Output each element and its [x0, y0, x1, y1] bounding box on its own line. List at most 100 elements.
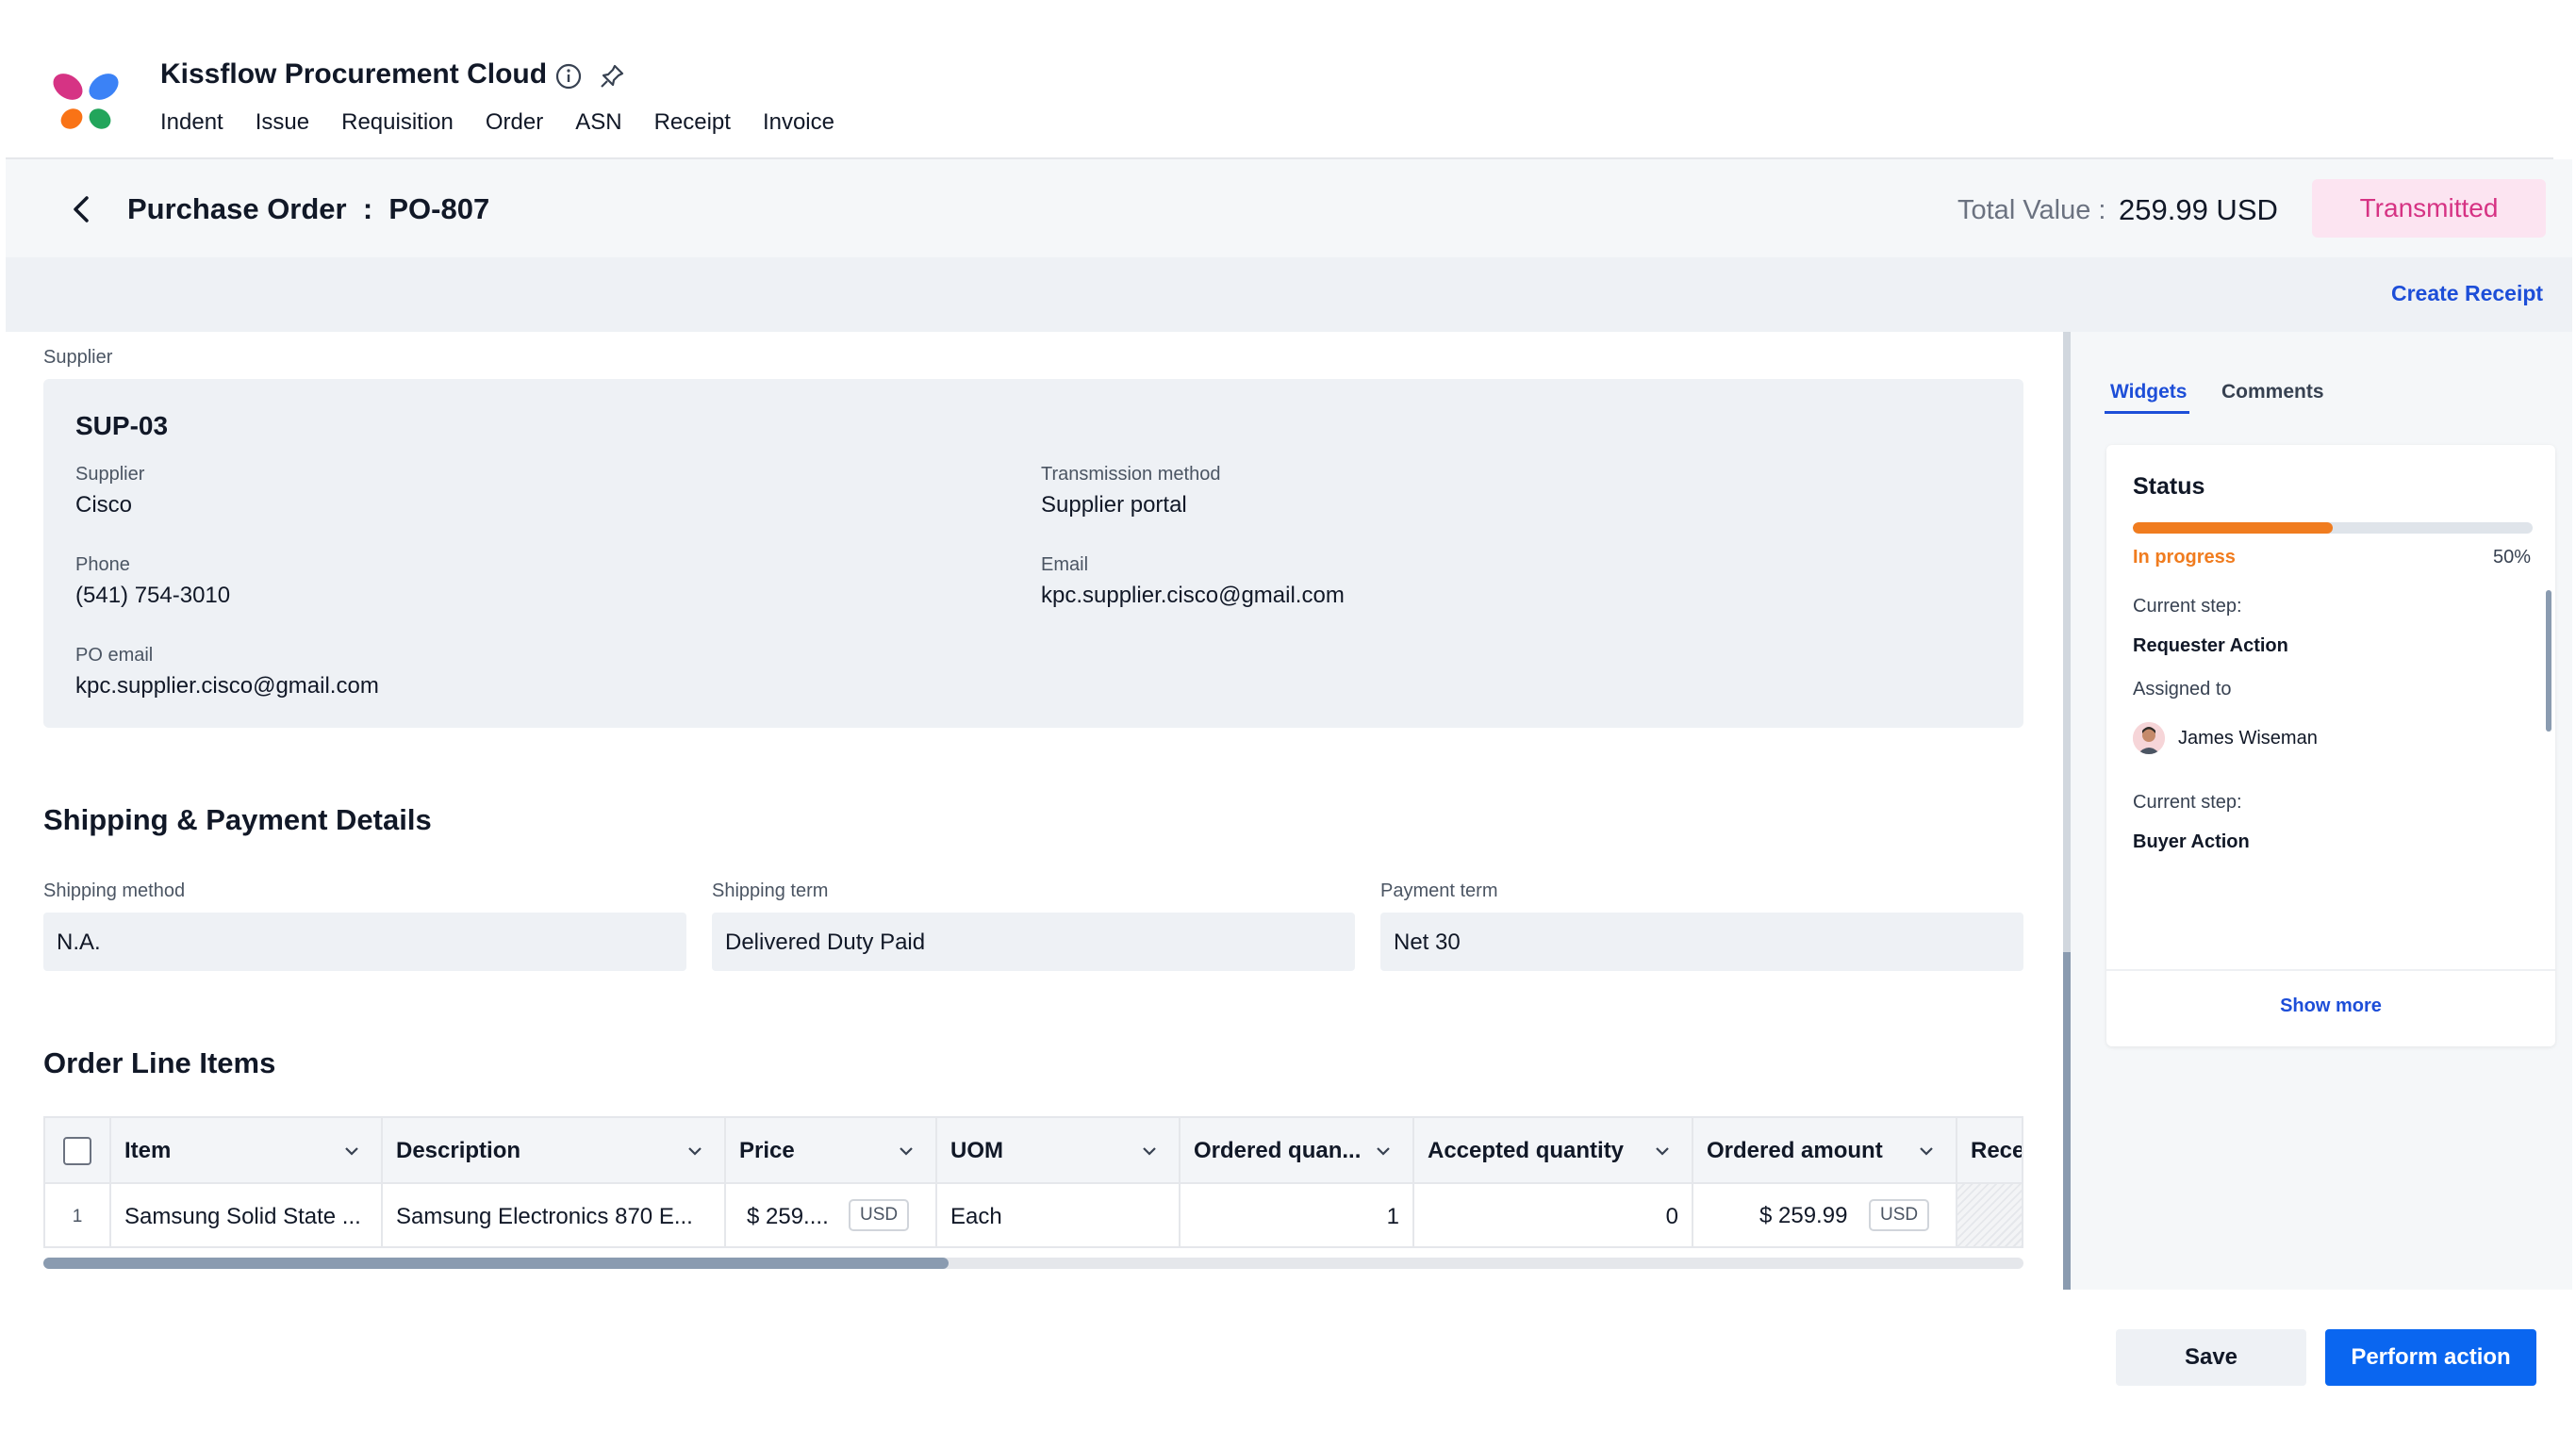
status-progress-bar	[2133, 522, 2533, 534]
column-header-label: Ordered amount	[1707, 1138, 1883, 1163]
table-header-row: Item Description Price UOM Ordered quan.…	[45, 1118, 2022, 1184]
chevron-down-icon[interactable]	[1918, 1143, 1935, 1160]
column-header-label: Description	[396, 1138, 521, 1163]
payment-term-field[interactable]: Net 30	[1380, 913, 2023, 971]
shipping-method-label: Shipping method	[43, 880, 186, 901]
nav-order[interactable]: Order	[486, 109, 543, 136]
supplier-value: Cisco	[75, 492, 133, 518]
accepted-quantity-cell[interactable]: 0	[1414, 1184, 1693, 1246]
column-header-label: Price	[739, 1138, 795, 1163]
payment-term-label: Payment term	[1380, 880, 1498, 901]
current-step-value: Requester Action	[2133, 635, 2288, 656]
price-currency-badge: USD	[849, 1199, 910, 1231]
show-more-link[interactable]: Show more	[2106, 996, 2555, 1017]
price-cell[interactable]: $ 259.... USD	[726, 1184, 937, 1246]
transmission-method-label: Transmission method	[1041, 464, 1221, 485]
active-tab-indicator	[2105, 411, 2189, 414]
total-value: 259.99 USD	[2119, 193, 2278, 226]
tab-widgets[interactable]: Widgets	[2110, 381, 2187, 403]
shipping-method-field[interactable]: N.A.	[43, 913, 686, 971]
nav-asn[interactable]: ASN	[575, 109, 621, 136]
chevron-down-icon[interactable]	[686, 1143, 703, 1160]
table-scrollbar-thumb[interactable]	[43, 1258, 949, 1269]
chevron-down-icon[interactable]	[343, 1143, 360, 1160]
order-line-table: Item Description Price UOM Ordered quan.…	[43, 1116, 2023, 1248]
column-header-label: Recei	[1971, 1138, 2022, 1163]
nav-invoice[interactable]: Invoice	[763, 109, 834, 136]
column-header-label: Accepted quantity	[1428, 1138, 1625, 1163]
select-all-cell	[45, 1118, 111, 1184]
chevron-down-icon[interactable]	[1654, 1143, 1671, 1160]
item-cell[interactable]: Samsung Solid State ...	[111, 1184, 383, 1246]
back-arrow-icon[interactable]	[64, 190, 98, 228]
ordered-quantity-cell[interactable]: 1	[1181, 1184, 1414, 1246]
column-header-accepted-quantity[interactable]: Accepted quantity	[1414, 1118, 1693, 1184]
assigned-to-label: Assigned to	[2133, 679, 2232, 699]
po-email-label: PO email	[75, 645, 154, 666]
status-progress-fill	[2133, 522, 2333, 534]
widget-scrollbar-thumb[interactable]	[2546, 590, 2551, 732]
total-value-label: Total Value :	[1957, 195, 2106, 225]
email-label: Email	[1041, 554, 1089, 575]
column-header-label: Ordered quan...	[1194, 1138, 1362, 1163]
status-widget-title: Status	[2133, 473, 2205, 500]
assignee-avatar	[2133, 722, 2165, 754]
status-widget-divider	[2106, 969, 2555, 971]
module-nav: Indent Issue Requisition Order ASN Recei…	[160, 109, 867, 136]
supplier-section-label: Supplier	[43, 347, 113, 368]
pin-icon[interactable]	[598, 62, 626, 90]
nav-receipt[interactable]: Receipt	[654, 109, 731, 136]
column-header-price[interactable]: Price	[726, 1118, 937, 1184]
description-cell[interactable]: Samsung Electronics 870 E...	[383, 1184, 726, 1246]
column-header-item[interactable]: Item	[111, 1118, 383, 1184]
create-receipt-link[interactable]: Create Receipt	[2391, 281, 2543, 306]
select-all-checkbox[interactable]	[63, 1137, 91, 1165]
info-icon[interactable]	[554, 62, 583, 90]
main-scrollbar-thumb[interactable]	[2063, 952, 2071, 1290]
amount-currency-badge: USD	[1869, 1199, 1930, 1231]
tab-comments[interactable]: Comments	[2221, 381, 2324, 403]
shipping-term-label: Shipping term	[712, 880, 829, 901]
shipping-term-field[interactable]: Delivered Duty Paid	[712, 913, 1355, 971]
column-header-label: UOM	[950, 1138, 1003, 1163]
supplier-code: SUP-03	[75, 411, 169, 440]
progress-percent: 50%	[2492, 547, 2531, 568]
uom-cell[interactable]: Each	[937, 1184, 1181, 1246]
chevron-down-icon[interactable]	[1375, 1143, 1392, 1160]
page-title: Purchase Order : PO-807	[127, 192, 490, 225]
app-header: Kissflow Procurement Cloud Indent Issue …	[0, 0, 2576, 159]
nav-issue[interactable]: Issue	[256, 109, 309, 136]
supplier-label: Supplier	[75, 464, 145, 485]
column-header-description[interactable]: Description	[383, 1118, 726, 1184]
email-value: kpc.supplier.cisco@gmail.com	[1041, 583, 1345, 608]
received-cell	[1957, 1184, 2022, 1246]
nav-requisition[interactable]: Requisition	[341, 109, 454, 136]
transmission-method-value: Supplier portal	[1041, 492, 1187, 518]
column-header-ordered-amount[interactable]: Ordered amount	[1693, 1118, 1957, 1184]
current-step-label-2: Current step:	[2133, 792, 2242, 813]
status-badge: Transmitted	[2312, 179, 2546, 238]
perform-action-button[interactable]: Perform action	[2325, 1329, 2536, 1386]
assignee-name: James Wiseman	[2178, 728, 2318, 749]
order-line-items-heading: Order Line Items	[43, 1046, 276, 1079]
chevron-down-icon[interactable]	[898, 1143, 915, 1160]
ordered-amount-value: $ 259.99	[1759, 1203, 1848, 1228]
ordered-amount-cell[interactable]: $ 259.99 USD	[1693, 1184, 1957, 1246]
shipping-payment-heading: Shipping & Payment Details	[43, 803, 432, 836]
supplier-card: SUP-03 Supplier Cisco Phone (541) 754-30…	[43, 379, 2023, 728]
po-email-value: kpc.supplier.cisco@gmail.com	[75, 673, 379, 699]
column-header-received[interactable]: Recei	[1957, 1118, 2022, 1184]
table-row[interactable]: 1 Samsung Solid State ... Samsung Electr…	[45, 1184, 2022, 1246]
kissflow-logo	[53, 74, 119, 129]
column-header-label: Item	[124, 1138, 172, 1163]
status-widget: Status In progress 50% Current step: Req…	[2106, 445, 2555, 1046]
column-header-ordered-quantity[interactable]: Ordered quan...	[1181, 1118, 1414, 1184]
phone-value: (541) 754-3010	[75, 583, 231, 608]
column-header-uom[interactable]: UOM	[937, 1118, 1181, 1184]
current-step-label: Current step:	[2133, 596, 2242, 617]
nav-indent[interactable]: Indent	[160, 109, 223, 136]
save-button[interactable]: Save	[2116, 1329, 2306, 1386]
row-number: 1	[45, 1184, 111, 1246]
progress-status-label: In progress	[2133, 547, 2236, 568]
chevron-down-icon[interactable]	[1141, 1143, 1158, 1160]
